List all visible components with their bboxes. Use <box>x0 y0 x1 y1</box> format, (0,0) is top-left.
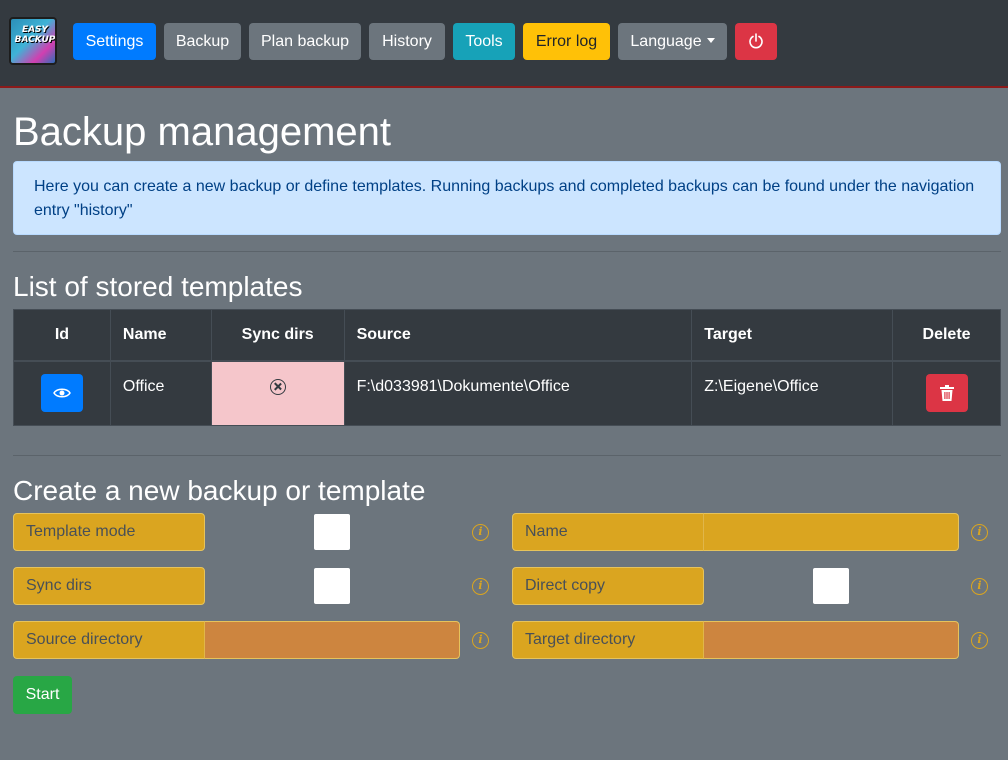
create-heading: Create a new backup or template <box>13 475 426 506</box>
table-row: Office F:\d033981\Dokumente\Office Z:\Ei… <box>13 360 1001 426</box>
nav-tools-button[interactable]: Tools <box>453 23 515 60</box>
name-label: Name <box>512 513 704 551</box>
divider <box>13 455 1001 456</box>
page-title: Backup management <box>13 110 392 154</box>
language-label: Language <box>630 33 702 50</box>
template-mode-checkbox[interactable] <box>314 514 350 550</box>
sync-dirs-label: Sync dirs <box>13 567 205 605</box>
power-button[interactable] <box>735 23 777 60</box>
direct-copy-label: Direct copy <box>512 567 704 605</box>
navbar: EASY BACKUP Settings Backup Plan backup … <box>0 0 1008 88</box>
nav-backup-button[interactable]: Backup <box>164 23 241 60</box>
target-cell: Z:\Eigene\Office <box>691 360 894 426</box>
delete-template-button[interactable] <box>925 374 968 412</box>
sync-dirs-cell <box>210 360 345 426</box>
nav-error-log-button[interactable]: Error log <box>523 23 610 60</box>
info-icon[interactable]: i <box>472 524 489 541</box>
delete-cell <box>892 360 1001 426</box>
target-directory-input[interactable] <box>703 621 959 659</box>
name-input[interactable] <box>703 513 959 551</box>
nav-history-button[interactable]: History <box>369 23 445 60</box>
eye-icon <box>53 388 71 398</box>
sync-dirs-checkbox[interactable] <box>314 568 350 604</box>
source-directory-input[interactable] <box>204 621 460 659</box>
trash-icon <box>939 385 954 401</box>
target-directory-label: Target directory <box>512 621 704 659</box>
table-header-row: Id Name Sync dirs Source Target Delete <box>13 309 1001 362</box>
start-button[interactable]: Start <box>13 676 72 714</box>
nav-settings-button[interactable]: Settings <box>73 23 156 60</box>
power-icon <box>749 33 763 49</box>
divider <box>13 251 1001 252</box>
info-icon[interactable]: i <box>971 578 988 595</box>
nav-plan-backup-button[interactable]: Plan backup <box>249 23 361 60</box>
view-template-button[interactable] <box>40 374 83 412</box>
info-alert: Here you can create a new backup or defi… <box>13 161 1001 235</box>
name-cell: Office <box>109 360 212 426</box>
caret-down-icon <box>706 38 715 43</box>
column-header-name: Name <box>109 309 212 362</box>
column-header-target: Target <box>691 309 894 362</box>
column-header-source: Source <box>343 309 693 362</box>
column-header-id: Id <box>13 309 111 362</box>
source-cell: F:\d033981\Dokumente\Office <box>343 360 693 426</box>
info-icon[interactable]: i <box>472 632 489 649</box>
app-logo[interactable]: EASY BACKUP <box>9 17 57 65</box>
circle-x-icon <box>269 379 286 395</box>
language-dropdown[interactable]: Language <box>618 23 727 60</box>
column-header-sync-dirs: Sync dirs <box>210 309 345 362</box>
direct-copy-checkbox[interactable] <box>813 568 849 604</box>
column-header-delete: Delete <box>892 309 1001 362</box>
info-icon[interactable]: i <box>971 524 988 541</box>
templates-table: Id Name Sync dirs Source Target Delete O… <box>13 309 1001 426</box>
info-icon[interactable]: i <box>971 632 988 649</box>
id-cell <box>13 360 111 426</box>
template-mode-label: Template mode <box>13 513 205 551</box>
logo-text: EASY BACKUP <box>14 25 56 45</box>
templates-heading: List of stored templates <box>13 271 303 302</box>
info-icon[interactable]: i <box>472 578 489 595</box>
source-directory-label: Source directory <box>13 621 205 659</box>
